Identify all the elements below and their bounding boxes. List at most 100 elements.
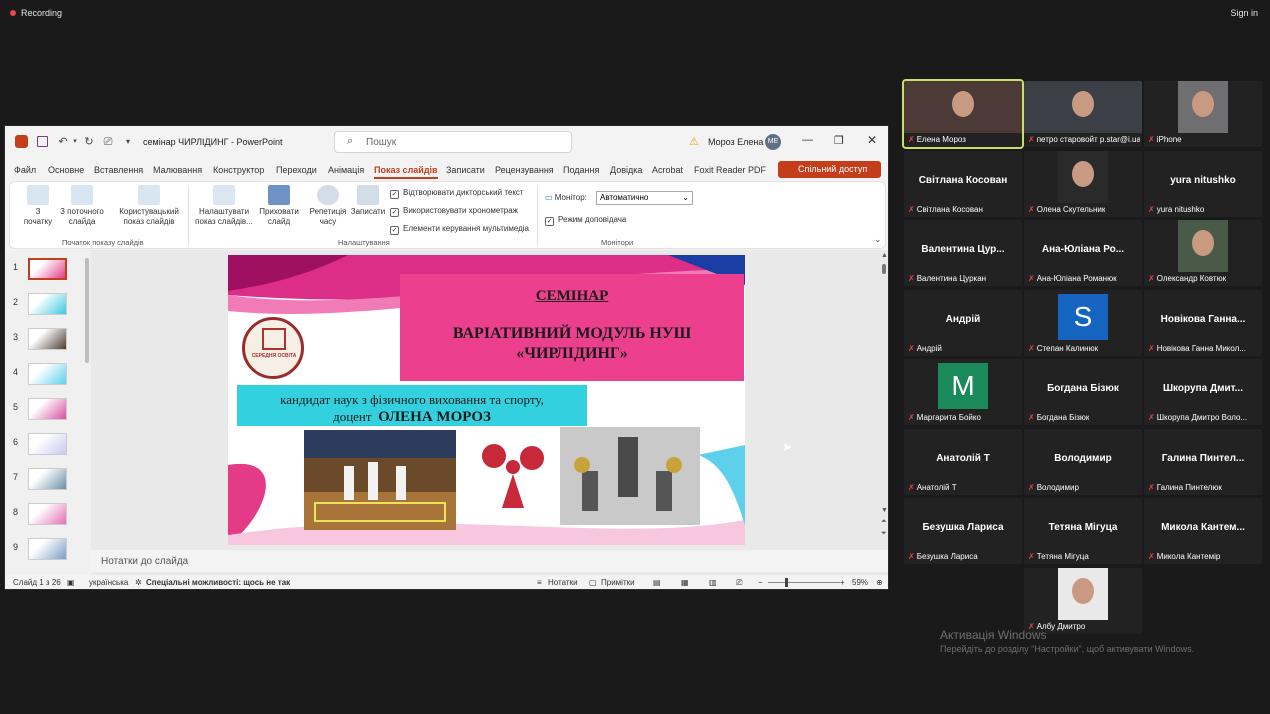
search-input[interactable]: ⌕ Пошук xyxy=(334,131,572,153)
tab-help[interactable]: Довідка xyxy=(610,165,642,175)
from-beginning-button[interactable]: З початку xyxy=(18,185,58,227)
participant-tile[interactable]: Тетяна Мігуца ✗ Тетяна Мігуца xyxy=(1024,498,1142,564)
participant-tile[interactable]: ✗ Албу Дмитро xyxy=(1024,567,1142,634)
fit-to-window-icon[interactable]: ⊕ xyxy=(876,578,883,587)
tab-acrobat[interactable]: Acrobat xyxy=(652,165,683,175)
next-slide-icon[interactable]: ⏷ xyxy=(881,530,887,538)
scroll-down-icon[interactable]: ▼ xyxy=(881,507,888,514)
participant-name: Андрій xyxy=(916,343,942,353)
set-up-show-button[interactable]: Налаштувати показ слайдів... xyxy=(192,185,256,227)
participant-tile[interactable]: Ана-Юліана Ро... ✗ Ана-Юліана Романюк xyxy=(1024,220,1142,286)
warning-icon[interactable]: ⚠ xyxy=(689,135,699,148)
slide-thumbnail[interactable] xyxy=(28,503,67,525)
tab-draw[interactable]: Малювання xyxy=(153,165,202,175)
tab-slide-show[interactable]: Показ слайдів xyxy=(374,165,438,179)
slide-scrollbar[interactable]: ▲ ▼ ⏶ ⏷ xyxy=(879,252,888,575)
collapse-ribbon-icon[interactable]: ⌄ xyxy=(874,234,882,245)
monitor-select[interactable]: Автоматично ⌄ xyxy=(596,191,693,205)
zoom-slider-thumb[interactable] xyxy=(785,578,788,587)
participant-tile[interactable]: ✗ iPhone xyxy=(1144,81,1262,147)
slide-thumbnail[interactable] xyxy=(28,433,67,455)
save-icon[interactable] xyxy=(37,136,48,147)
slide-thumbnail[interactable] xyxy=(28,468,67,490)
participant-tile[interactable]: yura nitushko ✗ yura nitushko xyxy=(1144,150,1262,217)
tab-review[interactable]: Рецензування xyxy=(495,165,554,175)
language[interactable]: українська xyxy=(89,578,128,587)
tab-insert[interactable]: Вставлення xyxy=(94,165,143,175)
slide-thumbnail[interactable] xyxy=(28,363,67,385)
close-button[interactable]: ✕ xyxy=(867,133,879,147)
hide-slide-button[interactable]: Приховати слайд xyxy=(258,185,300,227)
tab-foxit[interactable]: Foxit Reader PDF xyxy=(694,165,766,175)
record-button[interactable]: Записати xyxy=(350,185,386,217)
comments-toggle[interactable]: Примітки xyxy=(601,578,635,587)
narration-checkbox[interactable]: ✓ Відтворювати дикторський текст xyxy=(390,188,524,199)
customize-toolbar-icon[interactable]: ▾ xyxy=(122,136,134,148)
tab-file[interactable]: Файл xyxy=(14,165,36,175)
participant-tile[interactable]: ✗ петро старовойт p.star@i.ua xyxy=(1024,81,1142,147)
custom-show-button[interactable]: Користувацький показ слайдів xyxy=(114,185,184,227)
zoom-slider[interactable] xyxy=(768,582,840,583)
redo-icon[interactable]: ↻ xyxy=(83,136,95,148)
participant-tile[interactable]: Галина Пинтел... ✗ Галина Пинтелюк xyxy=(1144,428,1262,495)
from-current-button[interactable]: З поточного слайда xyxy=(56,185,108,227)
tab-design[interactable]: Конструктор xyxy=(213,165,264,175)
participant-tile[interactable]: Світлана Косован ✗ Світлана Косован xyxy=(904,150,1022,217)
media-controls-checkbox[interactable]: ✓ Елементи керування мультимедіа xyxy=(390,224,529,235)
reading-view-icon[interactable]: ▥ xyxy=(709,578,717,587)
zoom-out-icon[interactable]: − xyxy=(758,578,763,587)
participant-tile[interactable]: M ✗ Маргарита Бойко xyxy=(904,359,1022,425)
participant-tile[interactable]: Шкорупа Дмит... ✗ Шкорупа Дмитро Воло... xyxy=(1144,359,1262,425)
tab-record[interactable]: Записати xyxy=(446,165,485,175)
current-slide[interactable]: СЕРЕДНЯ ОСВІТА СЕМІНАР ВАРІАТИВНИЙ МОДУЛ… xyxy=(228,255,745,545)
participant-tile[interactable]: ✗ Олександр Ковтюк xyxy=(1144,220,1262,286)
undo-dropdown-icon[interactable]: ▾ xyxy=(69,136,81,148)
participant-tile[interactable]: Анатолій Т ✗ Анатолій Т xyxy=(904,428,1022,495)
slide-sorter-icon[interactable]: ▦ xyxy=(681,578,689,587)
share-button[interactable]: Спільний доступ xyxy=(778,161,881,178)
notes-pane[interactable]: Нотатки до слайда xyxy=(91,550,888,572)
undo-icon[interactable]: ↶ xyxy=(57,136,69,148)
notes-toggle[interactable]: Нотатки xyxy=(548,578,578,587)
participant-tile[interactable]: S ✗ Степан Калинюк xyxy=(1024,289,1142,356)
maximize-button[interactable]: ❐ xyxy=(834,134,846,147)
tab-animations[interactable]: Анімація xyxy=(328,165,364,175)
slide-thumbnail[interactable] xyxy=(28,293,67,315)
participant-tile[interactable]: Безушка Лариса ✗ Безушка Лариса xyxy=(904,498,1022,564)
rehearse-timings-button[interactable]: Репетиція часу xyxy=(306,185,350,227)
account-name[interactable]: Мороз Елена xyxy=(708,137,763,147)
tab-view[interactable]: Подання xyxy=(563,165,599,175)
account-avatar[interactable]: МЕ xyxy=(765,134,781,150)
slide-thumbnail[interactable] xyxy=(28,328,67,350)
group-setup-label: Налаштування xyxy=(338,238,390,247)
zoom-level[interactable]: 59% xyxy=(852,578,868,587)
participant-tile[interactable]: ✗ Елена Мороз xyxy=(902,79,1024,149)
participant-tile[interactable]: Микола Кантем... ✗ Микола Кантемір xyxy=(1144,498,1262,564)
slide-thumbnail[interactable] xyxy=(28,398,67,420)
spellcheck-icon[interactable]: ▣ xyxy=(67,578,75,587)
previous-slide-icon[interactable]: ⏶ xyxy=(881,518,887,526)
sign-in-link[interactable]: Sign in xyxy=(1230,8,1258,18)
thumbnails-scrollbar[interactable] xyxy=(85,258,89,363)
scroll-up-icon[interactable]: ▲ xyxy=(881,252,888,259)
zoom-in-icon[interactable]: + xyxy=(840,578,845,587)
slide-thumbnail[interactable] xyxy=(28,258,67,280)
presenter-view-checkbox[interactable]: ✓ Режим доповідача xyxy=(545,215,626,226)
accessibility-status[interactable]: Спеціальні можливості: щось не так xyxy=(146,578,290,587)
tab-home[interactable]: Основне xyxy=(48,165,84,175)
present-icon[interactable]: ⎚ xyxy=(102,136,114,148)
participant-tile[interactable]: Новікова Ганна... ✗ Новікова Ганна Микол..… xyxy=(1144,289,1262,356)
hide-slide-icon xyxy=(268,185,290,205)
participant-tile[interactable]: Андрій ✗ Андрій xyxy=(904,289,1022,356)
participant-tile[interactable]: ✗ Олена Скутельник xyxy=(1024,150,1142,217)
tab-transitions[interactable]: Переходи xyxy=(276,165,317,175)
timings-checkbox[interactable]: ✓ Використовувати хронометраж xyxy=(390,206,518,217)
participant-tile[interactable]: Богдана Бізюк ✗ Богдана Бізюк xyxy=(1024,359,1142,425)
slideshow-view-icon[interactable]: ⎚ xyxy=(736,578,742,588)
normal-view-icon[interactable]: ▤ xyxy=(653,578,661,587)
slide-thumbnail[interactable] xyxy=(28,538,67,560)
participant-tile[interactable]: Валентина Цур... ✗ Валентина Цуркан xyxy=(904,220,1022,286)
participant-tile[interactable]: Володимир ✗ Володимир xyxy=(1024,428,1142,495)
minimize-button[interactable]: — xyxy=(802,134,814,146)
scroll-thumb[interactable] xyxy=(882,264,886,274)
